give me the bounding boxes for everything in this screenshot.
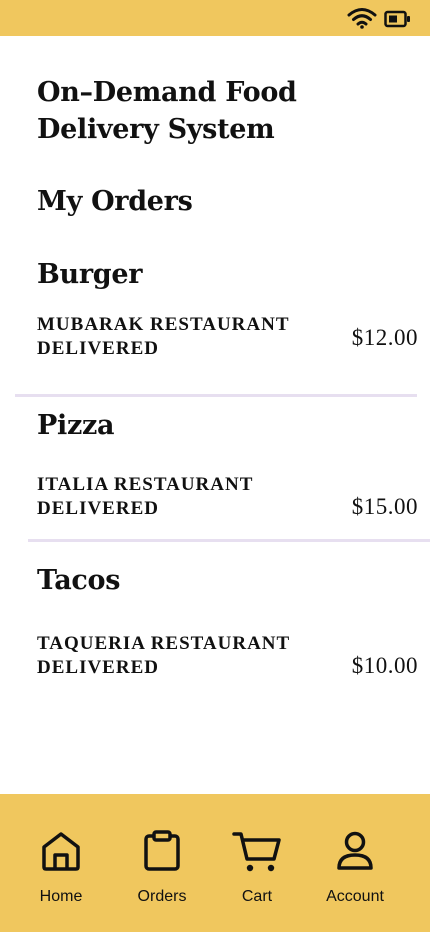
- clipboard-icon: [144, 830, 180, 871]
- app-title: On–Demand Food Delivery System: [37, 77, 297, 145]
- wifi-icon: [347, 8, 377, 29]
- order-restaurant: TAQUERIA RESTAURANT: [37, 633, 291, 654]
- nav-item-home[interactable]: Home: [6, 794, 116, 932]
- home-icon: [42, 832, 80, 871]
- order-status: DELIVERED: [37, 498, 159, 519]
- nav-label-home: Home: [39, 888, 83, 905]
- order-name: Burger: [37, 259, 143, 290]
- order-status: DELIVERED: [37, 657, 159, 678]
- nav-item-cart[interactable]: Cart: [202, 794, 312, 932]
- order-name: Tacos: [37, 565, 121, 596]
- order-price: $15.00: [351, 494, 418, 519]
- status-bar: [0, 0, 430, 36]
- divider: [15, 394, 417, 397]
- order-status: DELIVERED: [37, 338, 159, 359]
- battery-icon: [384, 10, 410, 28]
- divider: [28, 539, 430, 542]
- order-price: $12.00: [351, 325, 418, 350]
- user-icon: [337, 831, 373, 870]
- nav-item-account[interactable]: Account: [300, 794, 410, 932]
- bottom-nav: Home Orders Cart Account: [0, 794, 430, 932]
- order-name: Pizza: [37, 410, 115, 441]
- nav-label-orders: Orders: [137, 888, 187, 905]
- order-price: $10.00: [351, 653, 418, 678]
- cart-icon: [232, 832, 281, 872]
- nav-label-cart: Cart: [241, 888, 273, 905]
- page-title: My Orders: [37, 186, 193, 217]
- order-restaurant: MUBARAK RESTAURANT: [37, 314, 290, 335]
- order-restaurant: ITALIA RESTAURANT: [37, 474, 254, 495]
- nav-label-account: Account: [326, 888, 384, 905]
- nav-item-orders[interactable]: Orders: [107, 794, 217, 932]
